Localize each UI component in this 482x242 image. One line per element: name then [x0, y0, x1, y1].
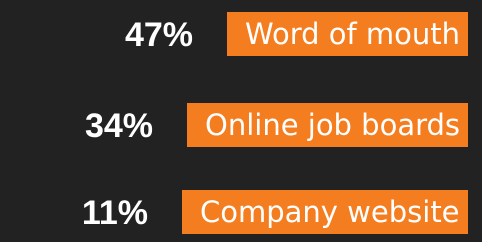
chart-row: 34% Online job boards — [0, 103, 482, 147]
value-label: 34% — [84, 107, 153, 145]
bar: Online job boards — [187, 103, 468, 147]
chart-canvas: 47% Word of mouth 34% Online job boards … — [0, 0, 482, 242]
chart-row: 47% Word of mouth — [0, 12, 482, 56]
bar: Company website — [182, 190, 468, 234]
chart-row: 11% Company website — [0, 190, 482, 234]
bar: Word of mouth — [227, 12, 468, 56]
value-label: 11% — [81, 194, 148, 232]
value-label: 47% — [124, 16, 193, 54]
